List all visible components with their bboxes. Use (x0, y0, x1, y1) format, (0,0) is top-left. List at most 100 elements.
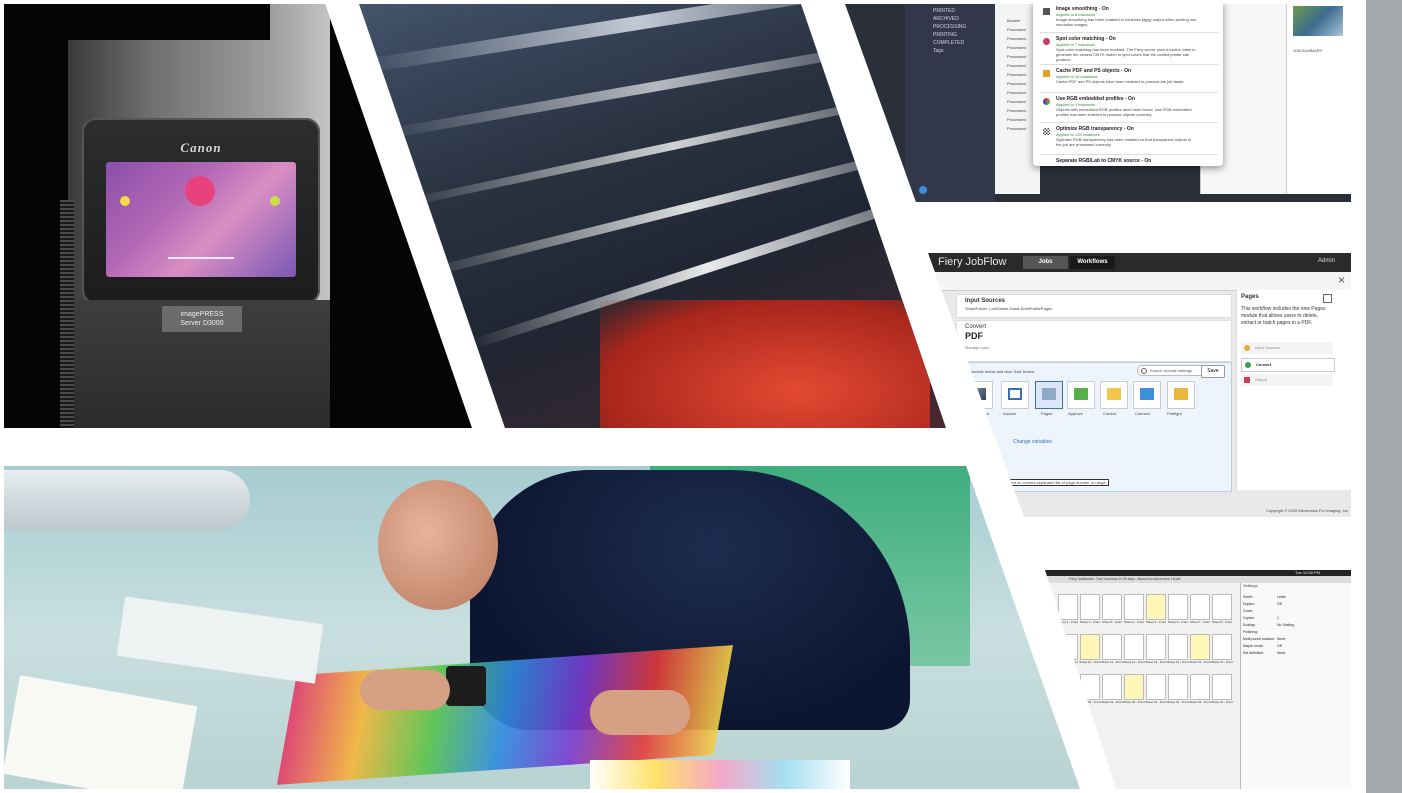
module-label: Pages (1041, 411, 1053, 416)
job-row[interactable]: Processed (1007, 72, 1026, 77)
window-titlebar: Fiery JobMaster: Trail Journeys in 78 da… (1045, 576, 1351, 583)
sheet-label: Sheet 23 - Front (1189, 700, 1211, 704)
sheet-thumbnail[interactable] (1124, 634, 1144, 660)
nav-item[interactable]: PRINTING (933, 32, 957, 38)
step-input-sources[interactable]: Input Sources (1241, 342, 1333, 354)
touchscreen-center-icon[interactable] (185, 176, 215, 206)
touchscreen[interactable] (106, 162, 296, 277)
job-row[interactable]: Processed (1007, 45, 1026, 50)
module-tile[interactable] (1167, 381, 1195, 409)
cache-icon (1043, 70, 1050, 77)
fiery-logo-icon[interactable] (919, 186, 927, 194)
settings-row-value[interactable]: Off (1277, 644, 1282, 649)
search-placeholder: Search module settings (1150, 368, 1192, 373)
step-convert[interactable]: Convert (1241, 358, 1335, 372)
convert-card[interactable]: Convert PDF Manage rules (956, 320, 1232, 362)
module-tile[interactable] (1001, 381, 1029, 409)
sheet-thumbnail[interactable] (1168, 634, 1188, 660)
module-tile[interactable] (1133, 381, 1161, 409)
nav-item[interactable]: Tags (933, 48, 944, 54)
user-menu[interactable]: Admin (1318, 258, 1335, 264)
app-title: Fiery JobFlow (938, 256, 1007, 268)
nav-item[interactable]: COMPLETED (933, 40, 964, 46)
popup-item[interactable]: Image smoothing - On Applied to 8 instan… (1040, 4, 1218, 33)
impose-icon (1008, 388, 1022, 400)
job-row[interactable]: Processed (1007, 90, 1026, 95)
item-desc: Image smoothing has been enabled to mini… (1056, 17, 1196, 27)
settings-row-label: Staple mode: (1243, 644, 1264, 648)
sheet-thumbnail[interactable] (1212, 674, 1232, 700)
sheet-thumbnail[interactable] (1190, 674, 1210, 700)
popup-item[interactable]: Optimize RGB transparency - On Applied t… (1040, 124, 1218, 155)
job-row[interactable]: Processed (1007, 81, 1026, 86)
popup-item[interactable]: Cache PDF and PS objects - On Applied to… (1040, 66, 1218, 93)
job-row[interactable]: Processed (1007, 126, 1026, 131)
close-button[interactable]: × (1338, 273, 1345, 287)
touchscreen-right-icon[interactable] (270, 196, 280, 206)
nav-item[interactable]: PROCESSING (933, 24, 966, 30)
change-variables-link[interactable]: Change variables (1013, 439, 1052, 445)
sheet-thumbnail[interactable] (1146, 594, 1166, 620)
sheet-thumbnail[interactable] (1080, 674, 1100, 700)
sheet-thumbnail[interactable] (1080, 594, 1100, 620)
sheet-thumbnail[interactable] (1124, 594, 1144, 620)
module-label: Approve (1068, 411, 1083, 416)
sheet-red-area (600, 300, 930, 428)
sheet-thumbnail[interactable] (1168, 594, 1188, 620)
sheet-thumbnail[interactable] (1102, 674, 1122, 700)
job-row[interactable]: Processed (1007, 117, 1026, 122)
sheet-thumbnail[interactable] (1190, 594, 1210, 620)
touchscreen-left-icon[interactable] (120, 196, 130, 206)
sheet-thumbnail[interactable] (1080, 634, 1100, 660)
module-tile-selected[interactable] (1035, 381, 1063, 409)
image-enhance-icon (972, 388, 986, 400)
settings-row-value[interactable]: 1 (1277, 616, 1279, 621)
sheet-thumbnail[interactable] (1124, 674, 1144, 700)
preflight-icon (1174, 388, 1188, 400)
window-title: Fiery JobMaster: Trail Journeys in 78 da… (1069, 577, 1181, 581)
sheet-thumbnail[interactable] (1058, 594, 1078, 620)
popup-item[interactable]: Use RGB embedded profiles - On Applied t… (1040, 94, 1218, 123)
tab-jobs[interactable]: Jobs (1023, 256, 1068, 269)
sheet-thumbnail[interactable] (1102, 594, 1122, 620)
sheet-thumbnail[interactable] (1212, 634, 1232, 660)
sheet-thumbnail[interactable] (1146, 634, 1166, 660)
job-row[interactable]: Processed (1007, 54, 1026, 59)
settings-row-value[interactable]: Letter (1277, 595, 1286, 600)
job-row[interactable]: Processed (1007, 63, 1026, 68)
side-panel: Pages This workflow includes the new Pag… (1236, 290, 1351, 513)
module-tile[interactable] (965, 381, 993, 409)
save-button[interactable]: Save (1201, 365, 1225, 378)
sheet-thumbnail[interactable] (1212, 594, 1232, 620)
tab-workflows[interactable]: Workflows (1070, 256, 1115, 269)
sheet-thumbnail[interactable] (1058, 674, 1078, 700)
job-row[interactable]: Processed (1007, 99, 1026, 104)
settings-row-value[interactable]: None (1277, 651, 1285, 656)
job-row[interactable]: Processed (1007, 27, 1026, 32)
settings-row-value[interactable]: No Scaling (1277, 623, 1294, 628)
sheet-thumbnail[interactable] (1190, 634, 1210, 660)
step-output[interactable]: Output (1241, 374, 1333, 386)
module-dropdown[interactable] (967, 435, 993, 445)
transparency-icon (1043, 128, 1050, 135)
module-tile[interactable] (1067, 381, 1095, 409)
job-row[interactable]: Processed (1007, 36, 1026, 41)
settings-row-value[interactable]: None (1277, 637, 1285, 642)
edit-icon[interactable] (1323, 294, 1332, 303)
input-sources-card[interactable]: Input Sources SmartFolder: LostOnline-Ha… (956, 294, 1232, 318)
sheet-thumbnail[interactable] (1146, 674, 1166, 700)
nav-item[interactable]: ARCHIVED (933, 16, 959, 22)
sheet-thumbnail[interactable] (1102, 634, 1122, 660)
popup-item[interactable]: Spot color matching - On Applied to 7 in… (1040, 34, 1218, 65)
sheet-label: Sheet 21 - Front (1145, 700, 1167, 704)
hand-right (590, 690, 690, 735)
settings-row-value[interactable]: Off (1277, 602, 1282, 607)
job-row[interactable]: Booklet (1007, 18, 1020, 23)
manage-rules-link[interactable]: Manage rules (965, 345, 989, 350)
job-row[interactable]: Processed (1007, 108, 1026, 113)
sheet-thumbnail[interactable] (1168, 674, 1188, 700)
nav-item[interactable]: PRINTED (933, 8, 955, 14)
module-tile[interactable] (1100, 381, 1128, 409)
popup-item[interactable]: Separate RGB/Lab to CMYK source - On (1040, 156, 1218, 166)
sheet-thumbnail[interactable] (1058, 634, 1078, 660)
